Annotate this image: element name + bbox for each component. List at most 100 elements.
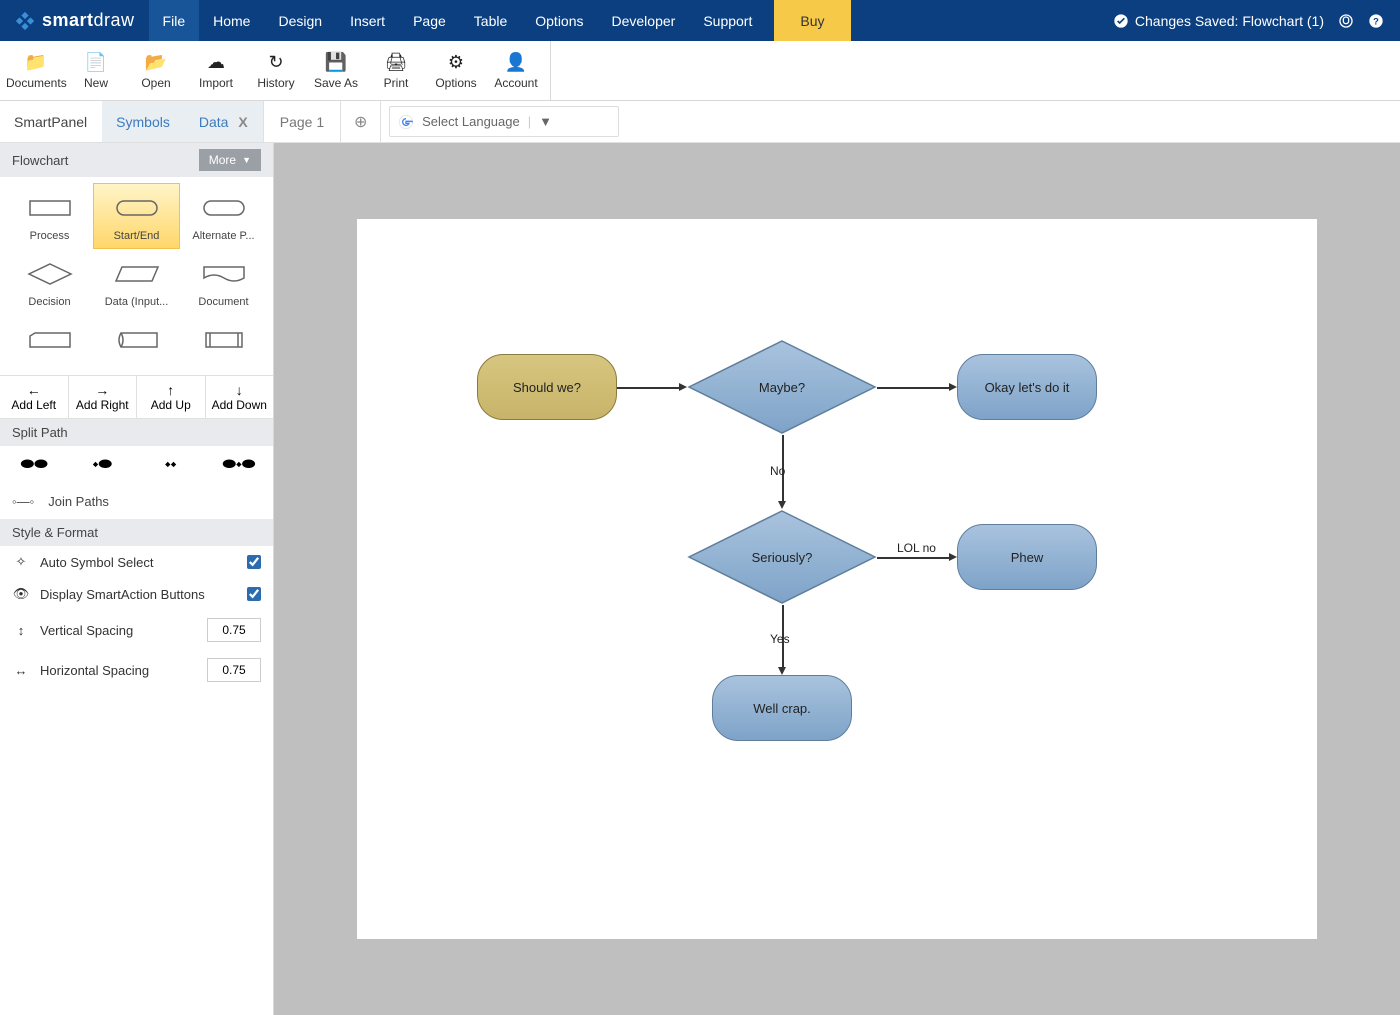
vspace-row: ↕ Vertical Spacing	[0, 610, 273, 650]
shape-Decision[interactable]: Decision	[6, 249, 93, 315]
tool-print[interactable]: 🖨Print	[366, 52, 426, 90]
edge[interactable]	[877, 387, 951, 389]
file-icon: 📄	[66, 52, 126, 74]
canvas-viewport[interactable]: Should we? Maybe? Okay let's do it Seriousl…	[274, 143, 1400, 1015]
app-logo: smartdraw	[0, 10, 149, 32]
hspace-label: Horizontal Spacing	[40, 663, 149, 678]
logo-text-light: draw	[94, 10, 135, 30]
tool-documents[interactable]: 📁Documents	[6, 52, 66, 90]
more-libraries-dropdown[interactable]: More ▼	[199, 149, 261, 171]
more-label: More	[209, 153, 236, 167]
shape-disk[interactable]	[93, 315, 180, 369]
file-toolbar: 📁Documents 📄New 📂Open ☁Import ↻History 💾…	[0, 41, 1400, 101]
edge-label[interactable]: Yes	[770, 632, 790, 646]
main-menubar: smartdraw File Home Design Insert Page T…	[0, 0, 1400, 41]
tab-symbols[interactable]: Symbols	[102, 101, 185, 142]
vspace-input[interactable]	[207, 618, 261, 642]
shape-Process[interactable]: Process	[6, 183, 93, 249]
chevron-down-icon: ▼	[539, 114, 552, 129]
tool-options[interactable]: ⚙Options	[426, 52, 486, 90]
tab-close-icon[interactable]: X	[238, 114, 247, 130]
add-left-button[interactable]: ←Add Left	[0, 376, 69, 418]
shape-Data (Input...[interactable]: Data (Input...	[93, 249, 180, 315]
hspace-input[interactable]	[207, 658, 261, 682]
tab-data[interactable]: Data X	[185, 101, 263, 142]
gears-icon: ⚙	[426, 52, 486, 74]
tool-history[interactable]: ↻History	[246, 52, 306, 90]
hspace-icon: ↔	[12, 663, 30, 678]
split-type-1[interactable]: ⬬⬬	[0, 450, 68, 480]
shape-library-header: Flowchart More ▼	[0, 143, 273, 177]
shape-db[interactable]	[180, 315, 267, 369]
svg-text:?: ?	[1373, 16, 1379, 26]
add-down-button[interactable]: ↓Add Down	[206, 376, 274, 418]
add-page-button[interactable]: ⊕	[341, 101, 381, 142]
language-separator: |	[528, 114, 531, 129]
tool-new[interactable]: 📄New	[66, 52, 126, 90]
shape-Alternate P...[interactable]: Alternate P...	[180, 183, 267, 249]
history-icon: ↻	[246, 52, 306, 74]
tool-import[interactable]: ☁Import	[186, 52, 246, 90]
page-tabs: Page 1 ⊕	[263, 101, 381, 142]
join-label: Join Paths	[48, 494, 109, 509]
node-n4[interactable]: Seriously?	[687, 509, 877, 605]
page-tab-1[interactable]: Page 1	[264, 101, 341, 142]
arrow-left-icon: ←	[0, 382, 68, 398]
menu-page[interactable]: Page	[399, 0, 460, 41]
add-right-button[interactable]: →Add Right	[69, 376, 138, 418]
edge[interactable]	[617, 387, 681, 389]
add-down-label: Add Down	[206, 398, 274, 412]
tab-smartpanel[interactable]: SmartPanel	[0, 101, 102, 142]
tool-open[interactable]: 📂Open	[126, 52, 186, 90]
auto-symbol-checkbox[interactable]	[247, 555, 261, 569]
split-type-4[interactable]: ⬬⬩⬬	[205, 450, 273, 480]
menu-items: File Home Design Insert Page Table Optio…	[149, 0, 851, 41]
node-n1[interactable]: Should we?	[477, 354, 617, 420]
auto-symbol-icon: ✧	[12, 554, 30, 570]
cloud-icon: ☁	[186, 52, 246, 74]
tab-symbols-label: Symbols	[116, 114, 170, 130]
menubar-right: Changes Saved: Flowchart (1) ?	[1113, 13, 1400, 29]
toolbar-separator	[550, 41, 551, 100]
tool-account[interactable]: 👤Account	[486, 52, 546, 90]
join-paths-button[interactable]: ◦—◦ Join Paths	[0, 484, 273, 519]
shape-Start/End[interactable]: Start/End	[93, 183, 180, 249]
edge-label[interactable]: LOL no	[897, 541, 936, 555]
node-n5[interactable]: Phew	[957, 524, 1097, 590]
menu-design[interactable]: Design	[264, 0, 336, 41]
shape-library-title: Flowchart	[12, 153, 68, 168]
language-selector[interactable]: Select Language | ▼	[389, 106, 619, 137]
node-n2[interactable]: Maybe?	[687, 339, 877, 435]
split-type-3[interactable]: ⬩⬩	[137, 450, 205, 480]
menu-support[interactable]: Support	[689, 0, 766, 41]
help-icon[interactable]: ?	[1368, 13, 1384, 29]
split-type-2[interactable]: ⬩⬬	[68, 450, 136, 480]
arrowhead-icon	[778, 667, 786, 675]
node-n3[interactable]: Okay let's do it	[957, 354, 1097, 420]
node-n6[interactable]: Well crap.	[712, 675, 852, 741]
join-icon: ◦—◦	[12, 494, 34, 509]
hspace-row: ↔ Horizontal Spacing	[0, 650, 273, 690]
menu-home[interactable]: Home	[199, 0, 264, 41]
open-folder-icon: 📂	[126, 52, 186, 74]
vspace-icon: ↕	[12, 623, 30, 638]
arrow-right-icon: →	[69, 382, 137, 398]
menu-table[interactable]: Table	[460, 0, 521, 41]
buy-button[interactable]: Buy	[774, 0, 850, 41]
add-up-button[interactable]: ↑Add Up	[137, 376, 206, 418]
menu-insert[interactable]: Insert	[336, 0, 399, 41]
smartaction-checkbox[interactable]	[247, 587, 261, 601]
edge-label[interactable]: No	[770, 464, 785, 478]
shape-Document[interactable]: Document	[180, 249, 267, 315]
smartaction-row: 👁 Display SmartAction Buttons	[0, 578, 273, 610]
check-circle-icon	[1113, 13, 1129, 29]
drawing-canvas[interactable]: Should we? Maybe? Okay let's do it Seriousl…	[357, 219, 1317, 939]
tool-saveas[interactable]: 💾Save As	[306, 52, 366, 90]
support-icon[interactable]	[1338, 13, 1354, 29]
menu-developer[interactable]: Developer	[598, 0, 690, 41]
menu-file[interactable]: File	[149, 0, 200, 41]
vspace-label: Vertical Spacing	[40, 623, 133, 638]
edge[interactable]	[877, 557, 951, 559]
shape-card[interactable]	[6, 315, 93, 369]
menu-options[interactable]: Options	[521, 0, 597, 41]
